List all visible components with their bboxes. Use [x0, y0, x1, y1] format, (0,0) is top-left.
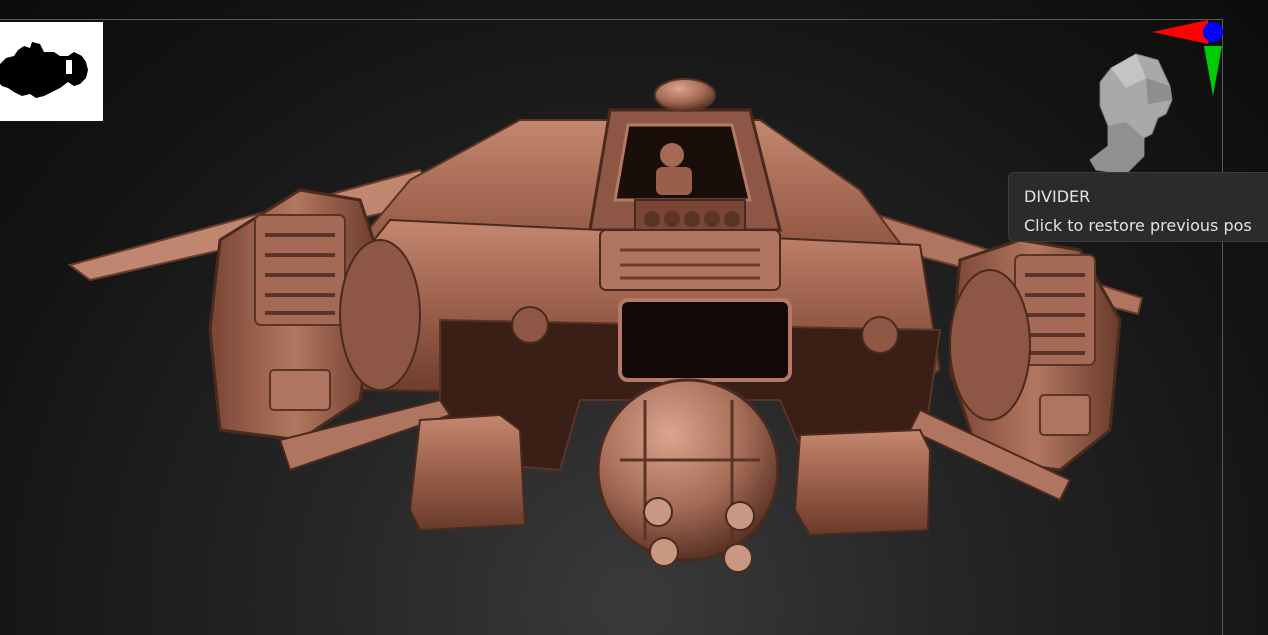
tooltip-description: Click to restore previous pos [1024, 216, 1252, 235]
axis-gizmo-icon[interactable] [1148, 16, 1228, 96]
tooltip-title: DIVIDER [1024, 187, 1091, 206]
z-axis-ball-icon [1203, 22, 1223, 42]
y-axis-arrow-icon [1204, 46, 1222, 96]
x-axis-arrow-icon [1152, 20, 1208, 44]
dropship-model[interactable] [60, 70, 1160, 590]
3d-viewport[interactable]: DIVIDER Click to restore previous pos [0, 0, 1268, 635]
divider-tooltip: DIVIDER Click to restore previous pos [1008, 172, 1268, 242]
